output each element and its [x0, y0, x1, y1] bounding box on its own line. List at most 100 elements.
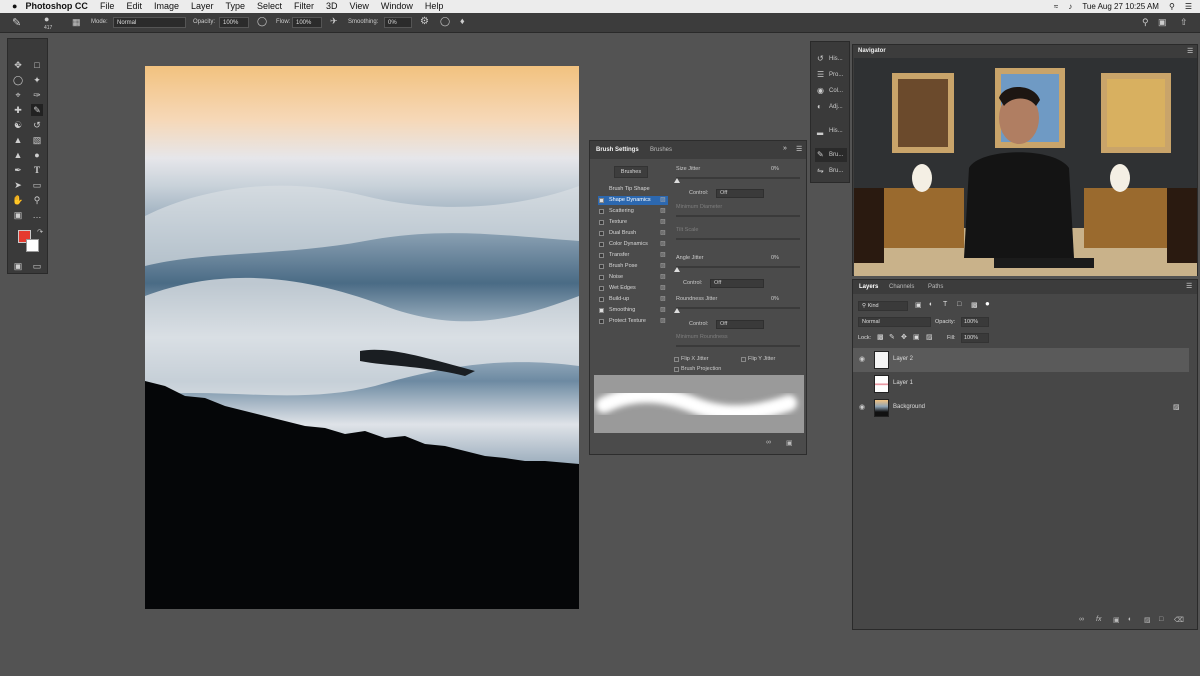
slider-thumb[interactable] [674, 308, 680, 313]
lasso-tool-icon[interactable]: ◯ [12, 74, 24, 86]
size-jitter-slider[interactable] [674, 177, 800, 183]
checkbox-icon[interactable] [599, 231, 604, 236]
new-adjustment-icon[interactable]: ◐ [1128, 616, 1132, 623]
brushes-button[interactable]: Brushes [614, 166, 648, 178]
layer-style-icon[interactable]: fx [1096, 616, 1101, 623]
background-color-swatch[interactable] [26, 239, 39, 252]
bs-item-wet-edges[interactable]: Wet Edges ▨ [598, 284, 668, 293]
pressure-size-icon[interactable]: ◯ [440, 16, 450, 27]
flow-field[interactable]: 100% [292, 17, 322, 28]
shape-tool-icon[interactable]: ▭ [31, 179, 43, 191]
slider-thumb[interactable] [674, 178, 680, 183]
lock-icon[interactable]: ▨ [660, 207, 666, 216]
clone-stamp-tool-icon[interactable]: ☯ [12, 119, 24, 131]
dock-adjustments[interactable]: ◐ Adj... [815, 100, 847, 114]
navigator-title[interactable]: Navigator [858, 48, 886, 54]
size-control-select[interactable]: Off [716, 189, 764, 198]
checkbox-icon[interactable] [599, 275, 604, 280]
pen-tool-icon[interactable]: ✒ [12, 164, 24, 176]
path-selection-tool-icon[interactable]: ➤ [12, 179, 24, 191]
apple-menu-icon[interactable]: ● [12, 0, 17, 13]
filter-toggle-icon[interactable]: ● [985, 299, 990, 308]
add-mask-icon[interactable]: ▣ [1113, 616, 1120, 624]
filter-adjustment-icon[interactable]: ◐ [929, 301, 933, 308]
layer-row-layer-2[interactable]: ◉ Layer 2 [853, 348, 1189, 372]
tilt-scale-slider[interactable] [676, 238, 800, 240]
dock-histogram[interactable]: ▂ His... [815, 124, 847, 138]
layer-opacity-field[interactable]: 100% [961, 317, 989, 327]
panel-menu-icon[interactable]: ☰ [796, 145, 802, 153]
dock-history[interactable]: ↺ His... [815, 52, 847, 66]
opacity-field[interactable]: 100% [219, 17, 249, 28]
blur-tool-icon[interactable]: ▲ [12, 149, 24, 161]
lock-icon[interactable]: ▨ [660, 262, 666, 271]
blend-mode-select[interactable]: Normal [858, 317, 931, 327]
edit-toolbar-icon[interactable]: ▣ [12, 209, 24, 221]
brush-tool-icon[interactable]: ✎ [31, 104, 43, 116]
control-center-icon[interactable]: ☰ [1185, 0, 1192, 13]
lock-icon[interactable]: ▨ [660, 240, 666, 249]
angle-control-select[interactable]: Off [710, 279, 764, 288]
dock-brush-settings[interactable]: ✎ Bru... [815, 148, 847, 162]
lock-icon[interactable]: ▨ [660, 306, 666, 315]
slider-thumb[interactable] [674, 267, 680, 272]
filter-type-icon[interactable]: T [943, 301, 947, 308]
lock-transparent-icon[interactable]: ▩ [877, 333, 884, 341]
checkbox-icon[interactable] [599, 308, 604, 313]
new-layer-icon[interactable]: □ [1159, 616, 1163, 623]
bs-item-smoothing[interactable]: Smoothing ▨ [598, 306, 668, 315]
lock-artboard-icon[interactable]: ▣ [913, 333, 920, 341]
layer-row-layer-1[interactable]: Layer 1 [853, 372, 1189, 396]
search-icon[interactable]: ⚲ [1142, 17, 1149, 28]
healing-brush-tool-icon[interactable]: ✚ [12, 104, 24, 116]
checkbox-icon[interactable] [599, 286, 604, 291]
layer-row-background[interactable]: ◉ Background ▨ [853, 396, 1189, 420]
hand-tool-icon[interactable]: ✋ [12, 194, 24, 206]
lock-pixels-icon[interactable]: ✎ [889, 333, 895, 341]
panel-menu-icon[interactable]: ☰ [1186, 282, 1192, 290]
more-tools-icon[interactable]: … [31, 209, 43, 221]
smoothing-field[interactable]: 0% [384, 17, 412, 28]
crop-tool-icon[interactable]: ⌖ [12, 89, 24, 101]
screen-mode-icon[interactable]: ▭ [31, 260, 43, 272]
layer-name[interactable]: Layer 1 [893, 380, 913, 386]
toggle-preview-icon[interactable]: ∞ [766, 439, 771, 446]
checkbox-icon[interactable] [599, 242, 604, 247]
mode-select[interactable]: Normal [113, 17, 186, 28]
bs-item-brush-pose[interactable]: Brush Pose ▨ [598, 262, 668, 271]
bs-item-texture[interactable]: Texture ▨ [598, 218, 668, 227]
swap-colors-icon[interactable]: ↷ [34, 227, 46, 239]
menu-view[interactable]: View [350, 0, 369, 13]
dock-properties[interactable]: ☰ Pro... [815, 68, 847, 82]
menu-edit[interactable]: Edit [126, 0, 142, 13]
menu-type[interactable]: Type [226, 0, 246, 13]
menu-help[interactable]: Help [425, 0, 444, 13]
checkbox-icon[interactable] [599, 220, 604, 225]
bs-item-noise[interactable]: Noise ▨ [598, 273, 668, 282]
share-icon[interactable]: ⇧ [1180, 17, 1188, 28]
size-jitter-value[interactable]: 0% [771, 166, 779, 172]
wifi-icon[interactable]: ≈ [1054, 0, 1058, 13]
brush-settings-toggle-icon[interactable]: ▦ [72, 17, 81, 28]
menu-filter[interactable]: Filter [294, 0, 314, 13]
lock-icon[interactable]: ▨ [660, 251, 666, 260]
lock-all-icon[interactable]: ▨ [926, 333, 933, 341]
menu-select[interactable]: Select [257, 0, 282, 13]
filter-shape-icon[interactable]: □ [957, 301, 961, 308]
checkbox-icon[interactable] [599, 198, 604, 203]
quick-mask-icon[interactable]: ▣ [12, 260, 24, 272]
min-roundness-slider[interactable] [676, 345, 800, 347]
gradient-tool-icon[interactable]: ▧ [31, 134, 43, 146]
symmetry-icon[interactable]: ♦ [460, 16, 465, 26]
airbrush-icon[interactable]: ✈ [330, 16, 338, 27]
document-canvas[interactable] [145, 66, 579, 609]
app-menu[interactable]: Photoshop CC [25, 0, 88, 13]
bs-item-transfer[interactable]: Transfer ▨ [598, 251, 668, 260]
tab-brush-settings[interactable]: Brush Settings [596, 147, 639, 153]
checkbox-icon[interactable] [599, 297, 604, 302]
menu-image[interactable]: Image [154, 0, 179, 13]
layer-name[interactable]: Layer 2 [893, 356, 913, 362]
dodge-tool-icon[interactable]: ● [31, 149, 43, 161]
checkbox-icon[interactable] [599, 319, 604, 324]
lock-position-icon[interactable]: ✥ [901, 333, 907, 341]
